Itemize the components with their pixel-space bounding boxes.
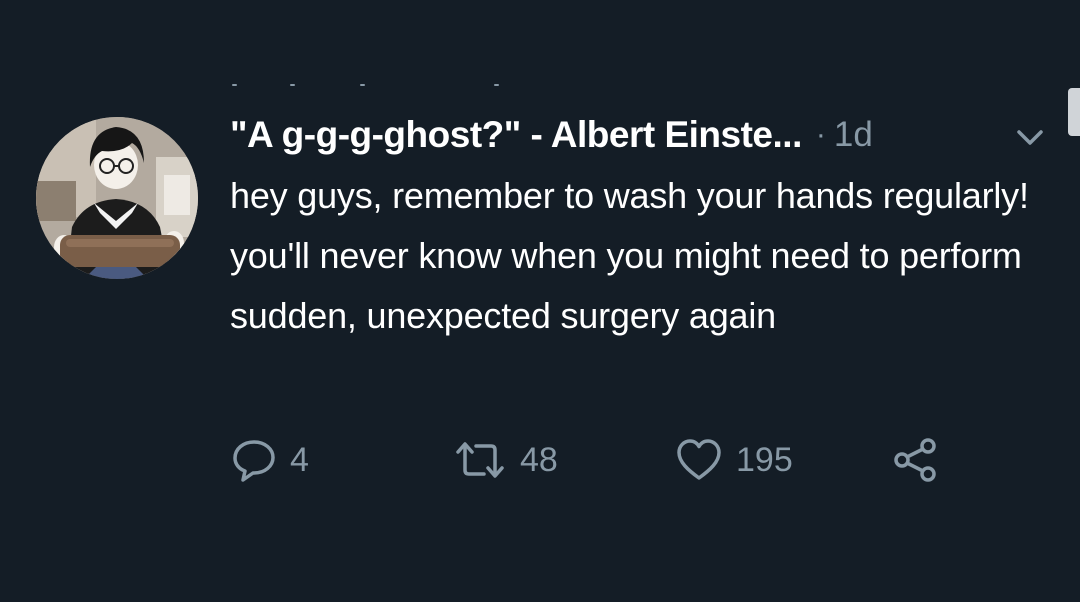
reply-icon	[230, 436, 278, 484]
reply-button[interactable]: 4	[230, 432, 309, 488]
tweet-header: "A g-g-g-ghost?" - Albert Einste... · 1d	[230, 110, 873, 160]
retweet-icon	[452, 436, 508, 484]
retweet-button[interactable]: 48	[452, 432, 558, 488]
display-name[interactable]: "A g-g-g-ghost?" - Albert Einste...	[230, 114, 802, 156]
share-button[interactable]	[890, 432, 940, 488]
action-bar: 4 48 195	[230, 432, 970, 488]
tweet[interactable]: "A g-g-g-ghost?" - Albert Einste... · 1d…	[0, 0, 1080, 602]
like-count: 195	[736, 440, 793, 479]
tweet-text: hey guys, remember to wash your hands re…	[230, 175, 1029, 336]
chevron-down-icon[interactable]	[1014, 126, 1046, 150]
retweet-count: 48	[520, 440, 558, 479]
header-separator: ·	[815, 118, 826, 151]
like-button[interactable]: 195	[674, 432, 793, 488]
reply-count: 4	[290, 440, 309, 479]
avatar-image	[36, 117, 198, 279]
share-icon	[890, 436, 940, 484]
avatar[interactable]	[36, 117, 198, 279]
timestamp[interactable]: 1d	[834, 115, 873, 155]
heart-icon	[674, 436, 724, 484]
